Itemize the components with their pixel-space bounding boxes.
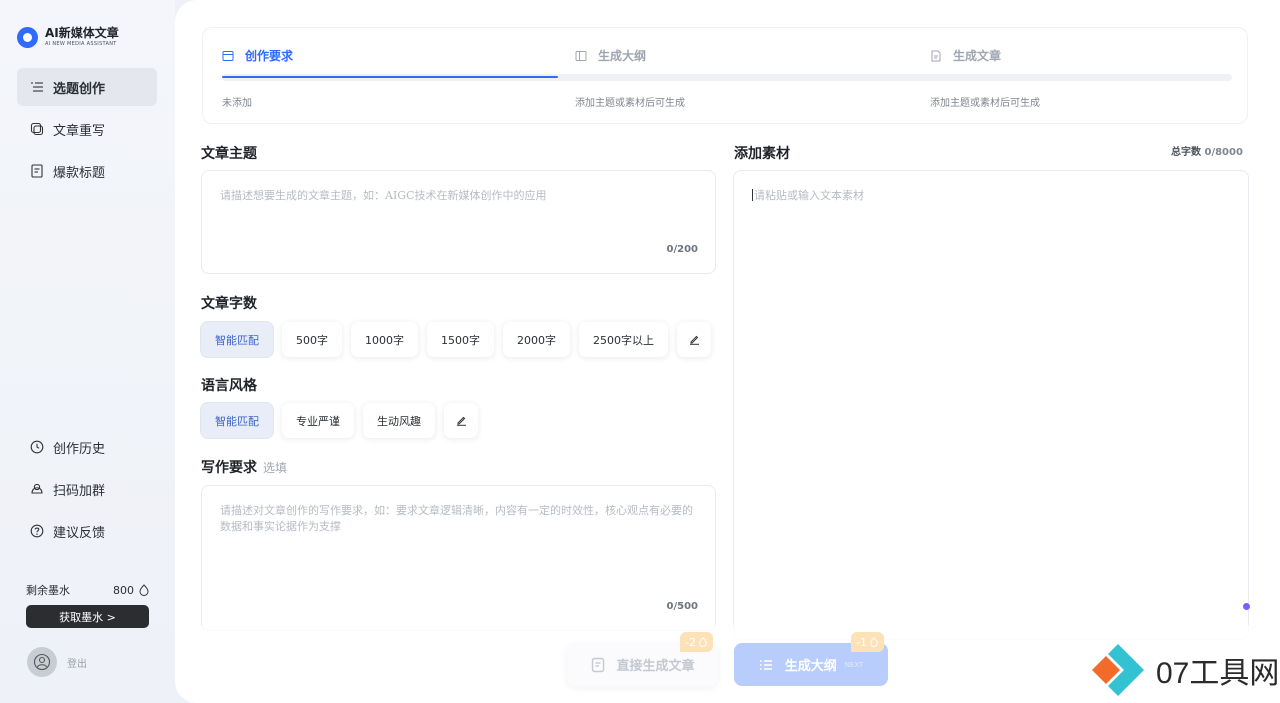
sidebar-item-hot-title[interactable]: 爆款标题 [17, 152, 157, 190]
brand-subtitle: AI NEW MEDIA ASSISTANT [45, 41, 117, 47]
group-icon [30, 482, 44, 496]
watermark-text: 07工具网 [1156, 657, 1280, 690]
sidebar-top-nav: 选题创作 文章重写 爆款标题 [17, 68, 157, 194]
layout-icon [575, 50, 587, 61]
wordcount-options: 智能匹配 500字 1000字 1500字 2000字 2500字以上 [201, 322, 720, 357]
cost-value: -1 [856, 635, 867, 649]
style-title: 语言风格 [201, 378, 257, 394]
step-progress: 创作要求 生成大纲 生成文章 未添加 添加主题或素材后可生成 添加主题或素材后可… [202, 27, 1248, 124]
sidebar-item-join-group[interactable]: 扫码加群 [17, 470, 157, 508]
step-label: 生成大纲 [598, 49, 647, 63]
file-icon [931, 50, 941, 61]
pencil-icon [456, 416, 466, 426]
brand[interactable]: AI新媒体文章 AI NEW MEDIA ASSISTANT [17, 26, 119, 48]
sidebar-item-rewrite[interactable]: 文章重写 [17, 110, 157, 148]
wordcount-option-2000[interactable]: 2000字 [503, 322, 570, 357]
material-title: 添加素材 [734, 146, 790, 162]
step-status: 未添加 [222, 98, 252, 109]
total-value: 0/8000 [1204, 147, 1243, 158]
ink-drop-icon [139, 584, 149, 596]
watermark: 07工具网 [1090, 642, 1279, 698]
material-input[interactable]: 请粘贴或输入文本素材 [733, 170, 1249, 640]
cost-badge: -2 [680, 632, 713, 652]
step-label: 创作要求 [245, 49, 294, 63]
next-tag: NEXT [844, 660, 864, 669]
ink-label: 剩余墨水 [26, 584, 70, 597]
document-icon [30, 164, 44, 178]
material-total: 总字数 0/8000 [1171, 143, 1243, 158]
wordcount-option-smart[interactable]: 智能匹配 [201, 322, 273, 357]
wordcount-title: 文章字数 [201, 296, 257, 312]
generate-outline-label: 生成大纲 [784, 659, 837, 674]
requirement-title-text: 写作要求 [201, 460, 257, 476]
requirement-placeholder: 请描述对文章创作的写作要求，如：要求文章逻辑清晰，内容有一定的时效性，核心观点有… [220, 504, 693, 533]
style-options: 智能匹配 专业严谨 生动风趣 [201, 403, 487, 438]
rewrite-icon [30, 122, 44, 136]
wordcount-option-500[interactable]: 500字 [282, 322, 342, 357]
sidebar-item-topic-create[interactable]: 选题创作 [17, 68, 157, 106]
sidebar-item-label: 选题创作 [53, 81, 106, 97]
sidebar-item-feedback[interactable]: 建议反馈 [17, 512, 157, 550]
step-status: 添加主题或素材后可生成 [930, 98, 1040, 109]
help-icon [30, 524, 44, 538]
brand-logo-icon [17, 26, 38, 48]
style-option-professional[interactable]: 专业严谨 [282, 403, 354, 438]
ink-drop-icon [870, 637, 878, 647]
brand-name: AI新媒体文章 [45, 26, 119, 40]
requirement-title: 写作要求 选填 [201, 457, 287, 477]
wordcount-option-1500[interactable]: 1500字 [427, 322, 494, 357]
clock-icon [30, 440, 44, 454]
sidebar-bottom-nav: 创作历史 扫码加群 建议反馈 [17, 428, 157, 554]
wordcount-option-1000[interactable]: 1000字 [351, 322, 418, 357]
sidebar-item-label: 扫码加群 [53, 483, 106, 499]
file-icon [592, 657, 605, 672]
ink-drop-icon [699, 637, 707, 647]
step-outline[interactable]: 生成大纲 [575, 47, 646, 64]
sidebar-item-label: 爆款标题 [53, 165, 106, 181]
topic-input[interactable]: 请描述想要生成的文章主题，如：AIGC技术在新媒体创作中的应用 0/200 [201, 170, 716, 274]
progress-fill [222, 76, 558, 78]
ink-value: 800 [113, 583, 134, 597]
sidebar-item-history[interactable]: 创作历史 [17, 428, 157, 466]
wordcount-custom-button[interactable] [677, 322, 711, 357]
total-label: 总字数 [1171, 147, 1201, 158]
step-label: 生成文章 [953, 49, 1002, 63]
material-placeholder: 请粘贴或输入文本素材 [752, 188, 1230, 204]
logout-link[interactable]: 登出 [67, 655, 87, 670]
requirement-char-count: 0/500 [666, 601, 698, 612]
get-ink-button[interactable]: 获取墨水 > [26, 605, 149, 628]
style-option-smart[interactable]: 智能匹配 [201, 403, 273, 438]
cost-value: -2 [685, 635, 696, 649]
topic-placeholder: 请描述想要生成的文章主题，如：AIGC技术在新媒体创作中的应用 [220, 189, 547, 202]
style-custom-button[interactable] [444, 403, 478, 438]
wordcount-option-2500[interactable]: 2500字以上 [579, 322, 668, 357]
list-icon [759, 659, 772, 670]
sidebar: AI新媒体文章 AI NEW MEDIA ASSISTANT 选题创作 文章重写… [0, 0, 175, 703]
ink-balance: 剩余墨水 800 [26, 582, 150, 598]
sidebar-item-label: 文章重写 [53, 123, 106, 139]
floating-dot[interactable] [1243, 603, 1250, 610]
step-requirements[interactable]: 创作要求 [222, 47, 293, 64]
step-article[interactable]: 生成文章 [930, 47, 1001, 64]
sidebar-item-label: 创作历史 [53, 441, 106, 457]
calendar-icon [222, 50, 234, 61]
step-status: 添加主题或素材后可生成 [575, 98, 685, 109]
style-option-lively[interactable]: 生动风趣 [363, 403, 435, 438]
requirement-input[interactable]: 请描述对文章创作的写作要求，如：要求文章逻辑清晰，内容有一定的时效性，核心观点有… [201, 485, 716, 631]
material-placeholder-text: 请粘贴或输入文本素材 [754, 189, 864, 202]
topic-title: 文章主题 [201, 146, 257, 162]
topic-char-count: 0/200 [666, 244, 698, 255]
user-icon [33, 653, 51, 671]
watermark-logo-icon [1092, 644, 1144, 696]
optional-tag: 选填 [263, 461, 288, 475]
pencil-icon [689, 335, 699, 345]
generate-article-label: 直接生成文章 [616, 659, 695, 674]
user-area: 登出 [27, 647, 87, 677]
cost-badge: -1 [851, 632, 884, 652]
sidebar-item-label: 建议反馈 [53, 525, 106, 541]
text-caret [752, 189, 753, 201]
main-panel: 创作要求 生成大纲 生成文章 未添加 添加主题或素材后可生成 添加主题或素材后可… [175, 0, 1280, 703]
list-icon [30, 80, 44, 94]
avatar[interactable] [27, 647, 57, 677]
